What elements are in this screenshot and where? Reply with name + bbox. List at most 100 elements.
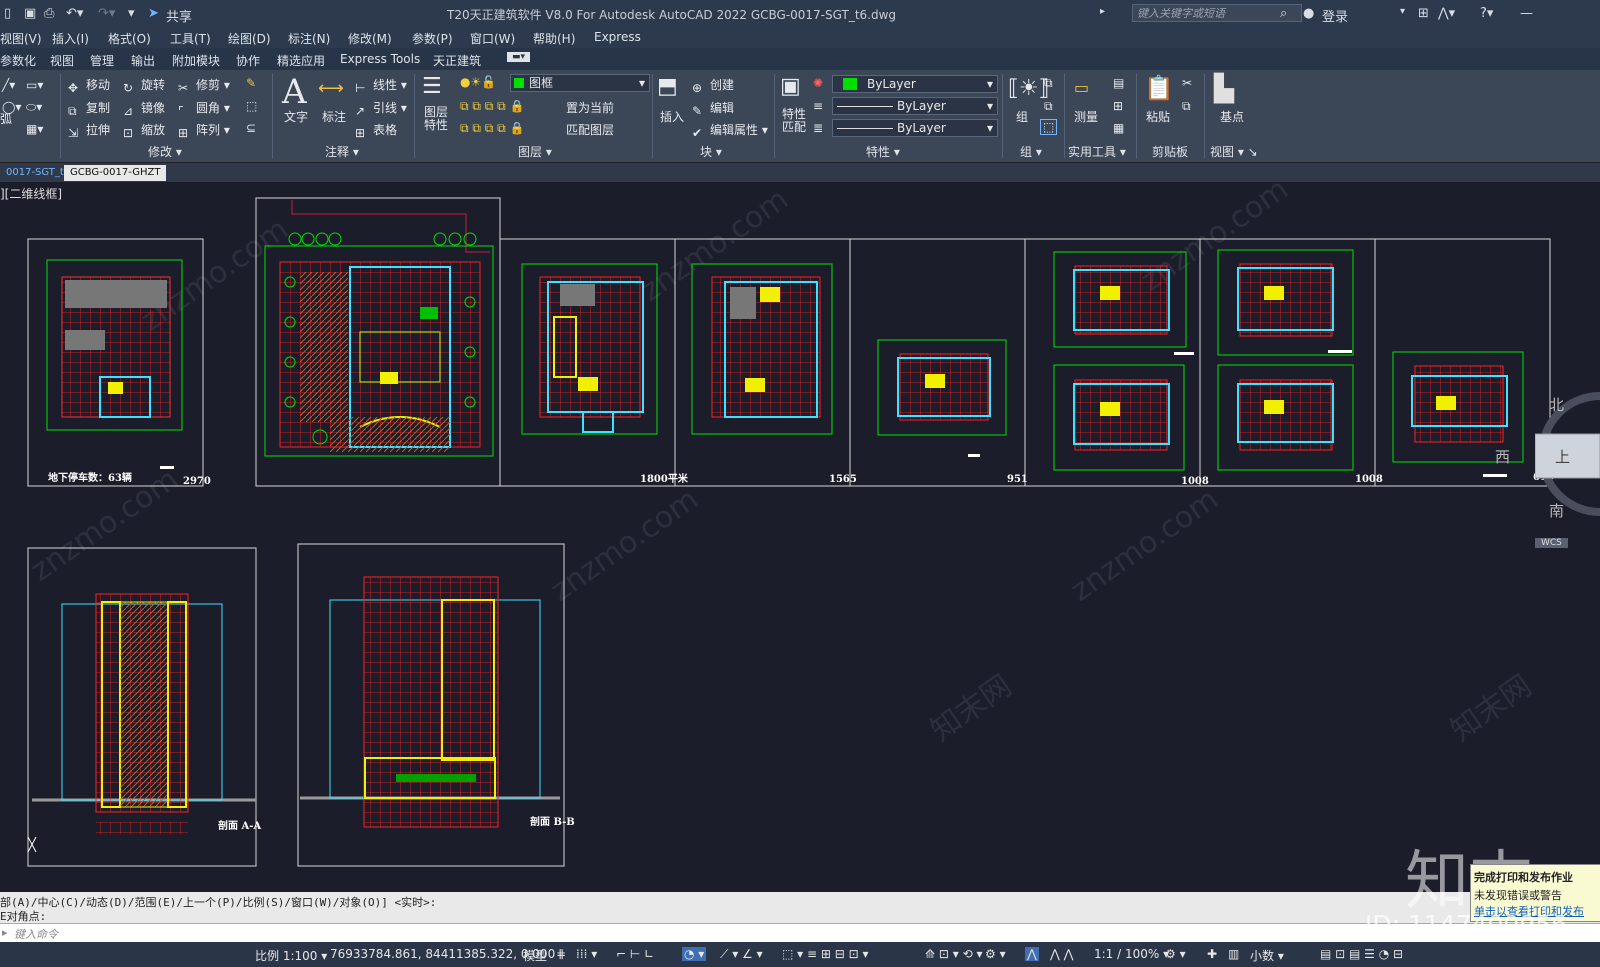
linetype-dropdown[interactable]: ByLayer ▾ (832, 97, 998, 115)
quick-select-icon[interactable]: ▤ (1113, 76, 1124, 90)
base-point-icon[interactable]: ▙ (1214, 74, 1234, 104)
compass-north[interactable]: 北 (1549, 394, 1564, 415)
array-button[interactable]: ⊞ 阵列 ▾ (178, 121, 230, 140)
compass-south[interactable]: 南 (1549, 500, 1564, 521)
menu-express[interactable]: Express (594, 30, 641, 44)
login-dropdown-icon[interactable]: ▾ (1400, 6, 1405, 17)
scale-button[interactable]: ⊡ 缩放 (123, 121, 165, 140)
properties-icon[interactable]: ▤ ⊡ ▤ ☰ ◔ ⊟ (1320, 947, 1403, 961)
scale-dropdown[interactable]: 比例 1:100 ▾ (255, 947, 327, 964)
infer-icon[interactable]: ⌐ ⊢ ∟ (616, 947, 654, 961)
insert-button-label[interactable]: 插入 (660, 108, 684, 125)
offset-icon[interactable]: ⊆ (246, 121, 256, 135)
group-tool-icon-2[interactable]: ⧉ (1044, 99, 1053, 114)
erase-icon[interactable]: ✎ (246, 76, 256, 90)
model-space-button[interactable]: 模型 (523, 947, 547, 964)
cart-icon[interactable]: ⊞ (1418, 6, 1429, 21)
menu-tools[interactable]: 工具(T) (170, 30, 211, 47)
measure-icon[interactable]: ▭ (1074, 78, 1089, 97)
stretch-button[interactable]: ⇲ 拉伸 (68, 121, 110, 140)
create-block-button[interactable]: ⊕ 创建 (692, 76, 734, 95)
search-arrow-icon[interactable]: ▸ (1100, 6, 1105, 17)
draw-line-icon[interactable]: ╱▾ (2, 78, 15, 92)
dimension-icon[interactable]: ⟷ (318, 78, 344, 99)
rotate-button[interactable]: ↻ 旋转 (123, 76, 165, 95)
copy-button[interactable]: ⧉ 复制 (68, 99, 110, 118)
menu-insert[interactable]: 插入(I) (52, 30, 89, 47)
grid-icon[interactable]: ⋕ (556, 947, 566, 961)
plus-icon[interactable]: ✚ (1207, 947, 1217, 961)
menu-view[interactable]: 视图(V) (0, 30, 42, 47)
search-icon[interactable]: ⌕ (1280, 6, 1287, 21)
tab-output[interactable]: 输出 (131, 52, 155, 69)
insert-icon[interactable]: ⬒ (657, 74, 678, 99)
undo-icon[interactable]: ↶▾ (66, 6, 83, 21)
viewcube-top-face[interactable]: 上 (1555, 446, 1570, 467)
menu-modify[interactable]: 修改(M) (348, 30, 392, 47)
edit-block-button[interactable]: ✎ 编辑 (692, 99, 734, 118)
move-button[interactable]: ✥ 移动 (68, 76, 110, 95)
polar-icon[interactable]: ◔ ▾ (682, 947, 707, 961)
draw-arc-label[interactable]: 弧 (0, 110, 12, 127)
command-input[interactable]: ▸ 键入命令 (0, 923, 1600, 943)
menu-draw[interactable]: 绘图(D) (228, 30, 271, 47)
id-point-icon[interactable]: ⊞ (1113, 99, 1123, 113)
trim-button[interactable]: ✂ 修剪 ▾ (178, 76, 230, 95)
annotation-scale-icon[interactable]: ⋀ ⋀ (1050, 947, 1074, 961)
color-dropdown[interactable]: ByLayer ▾ (832, 75, 998, 93)
menu-dimension[interactable]: 标注(N) (288, 30, 330, 47)
explode-icon[interactable]: ⬚ (246, 99, 257, 113)
edit-attribute-button[interactable]: ✔ 编辑属性 ▾ (692, 121, 768, 140)
tab-manage[interactable]: 管理 (90, 52, 114, 69)
layer-properties-icon[interactable]: ☰ (422, 74, 442, 99)
cut-icon[interactable]: ✂ (1182, 76, 1192, 90)
ellipse-icon[interactable]: ⬭▾ (26, 100, 42, 115)
copy-clip-icon[interactable]: ⧉ (1182, 99, 1191, 114)
measure-button-label[interactable]: 测量 (1074, 108, 1098, 125)
search-input[interactable]: 键入关键字或短语 (1132, 4, 1302, 22)
text-button-label[interactable]: 文字 (284, 108, 308, 125)
block-panel-label[interactable]: 块 ▾ (700, 143, 722, 160)
login-button[interactable]: 登录 (1322, 6, 1348, 25)
workspace-icon[interactable]: ⚙ ▾ (985, 947, 1006, 961)
group-tool-icon-1[interactable]: ⧉ (1044, 76, 1053, 91)
match-layer-button[interactable]: 匹配图层 (566, 121, 614, 138)
user-icon[interactable]: ● (1303, 6, 1314, 21)
units-dropdown[interactable]: 小数 ▾ (1250, 947, 1284, 964)
menu-window[interactable]: 窗口(W) (470, 30, 515, 47)
tab-parametric[interactable]: 参数化 (0, 52, 36, 69)
doc-tab-ghzt[interactable]: GCBG-0017-GHZT (64, 165, 167, 181)
viewcube[interactable]: 北 西 南 上 WCS (1495, 382, 1600, 548)
rectangle-icon[interactable]: ▭▾ (26, 78, 43, 92)
paste-icon[interactable]: 📋 (1144, 74, 1174, 102)
tab-view[interactable]: 视图 (50, 52, 74, 69)
zoom-dropdown[interactable]: 1:1 / 100% ▾ (1094, 947, 1169, 961)
paste-button-label[interactable]: 粘贴 (1146, 108, 1170, 125)
text-icon[interactable]: A (282, 72, 307, 112)
match-properties-label[interactable]: 特性 匹配 (782, 108, 806, 134)
tab-featured-apps[interactable]: 精选应用 (277, 52, 325, 69)
compass-west[interactable]: 西 (1495, 446, 1510, 467)
table-button[interactable]: ⊞ 表格 (355, 121, 397, 140)
tab-tangent[interactable]: 天正建筑 (433, 52, 481, 69)
open-icon[interactable]: ▣ (24, 6, 36, 21)
annotation-panel-label[interactable]: 注释 ▾ (325, 143, 359, 160)
lineweight-dropdown[interactable]: ByLayer ▾ (832, 119, 998, 137)
units-icon[interactable]: ▥ (1228, 947, 1239, 961)
dimension-button-label[interactable]: 标注 (322, 108, 346, 125)
drawing-canvas[interactable]: ][二维线框] znzmo.com znzmo.com znzmo.com zn… (0, 182, 1600, 892)
print-icon[interactable]: ⎙ (44, 6, 54, 21)
groups-panel-label[interactable]: 组 ▾ (1020, 143, 1042, 160)
hatch-icon[interactable]: ▦▾ (26, 122, 43, 136)
menu-format[interactable]: 格式(O) (108, 30, 151, 47)
tab-addins[interactable]: 附加模块 (172, 52, 220, 69)
utilities-panel-label[interactable]: 实用工具 ▾ (1068, 143, 1126, 160)
ribbon-toggle-icon[interactable]: ▬▾ (507, 52, 531, 62)
match-properties-icon[interactable]: ▣ (780, 74, 801, 99)
base-point-button-label[interactable]: 基点 (1220, 108, 1244, 125)
layer-properties-label[interactable]: 图层 特性 (424, 106, 448, 132)
isodraft-icon[interactable]: ⟋ ▾ ∠ ▾ (720, 947, 763, 962)
modify-panel-label[interactable]: 修改 ▾ (148, 143, 182, 160)
leader-button[interactable]: ↗ 引线 ▾ (355, 99, 407, 118)
new-icon[interactable]: ▯ (4, 6, 11, 21)
